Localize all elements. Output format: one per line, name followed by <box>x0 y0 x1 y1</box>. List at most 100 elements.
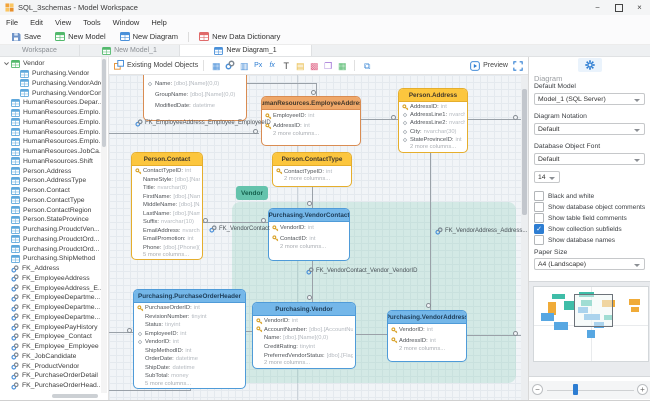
sidebar-item-fk-purchaseorderhead[interactable]: FK_PurchaseOrderHead... <box>0 381 101 391</box>
sidebar-item-fk-employeepayhistory[interactable]: FK_EmployeePayHistory <box>0 322 101 332</box>
maximize-button[interactable] <box>608 0 629 15</box>
sidebar-item-person-contacttype[interactable]: Person.ContactType <box>0 196 101 206</box>
save-button[interactable]: Save <box>4 30 48 44</box>
sidebar-item-vendor[interactable]: Vendor <box>0 59 101 69</box>
entity-person-contact[interactable]: Person.ContactContactTypeID:intNameStyle… <box>131 152 203 260</box>
function-icon[interactable]: fx <box>265 61 279 71</box>
sidebar-item-fk-employeeaddress-e[interactable]: FK_EmployeeAddress_E... <box>0 283 101 293</box>
canvas-vertical-scrollbar[interactable] <box>521 75 528 400</box>
more-columns-note[interactable]: 2 more columns... <box>276 176 349 185</box>
sidebar-item-humanresources-depar[interactable]: HumanResources.Depar... <box>0 98 101 108</box>
more-columns-note[interactable]: 2 more columns... <box>256 360 353 369</box>
checkbox-show-collection-subfields[interactable]: ✓Show collection subfields <box>534 224 622 234</box>
checkbox-show-table-field-comments[interactable]: Show table field comments <box>534 213 627 223</box>
table-icon[interactable]: ▦ <box>209 61 223 71</box>
zoom-slider-track[interactable] <box>547 390 634 392</box>
checkbox-box[interactable] <box>534 202 544 212</box>
checkbox-box[interactable] <box>534 213 544 223</box>
new-model-button[interactable]: New Model <box>48 30 113 44</box>
more-columns-note[interactable]: 5 more columns... <box>137 381 243 390</box>
sidebar-item-fk-employee-contact[interactable]: FK_Employee_Contact <box>0 332 101 342</box>
sidebar-item-fk-productvendor[interactable]: FK_ProductVendor <box>0 361 101 371</box>
more-columns-note[interactable]: 5 more columns... <box>135 252 200 260</box>
checkbox-black-and-white[interactable]: Black and white <box>534 191 594 201</box>
diagram-notation-select[interactable]: Default <box>534 123 645 135</box>
sidebar-item-purchasing-vendorcont[interactable]: Purchasing.VendorCont... <box>0 88 101 98</box>
paper-size-select[interactable]: A4 (Landscape) <box>534 258 645 270</box>
sidebar-item-fk-jobcandidate[interactable]: FK_JobCandidate <box>0 352 101 362</box>
tab-workspace[interactable]: Workspace <box>0 45 80 56</box>
zoom-in-button[interactable]: + <box>637 384 648 395</box>
entity-purchasing-vendoraddress[interactable]: Purchasing.VendorAddressVendorID:intAddr… <box>387 310 467 362</box>
minimap-viewport[interactable] <box>574 294 613 327</box>
zoom-slider-handle[interactable] <box>573 384 578 395</box>
checkbox-show-database-names[interactable]: Show database names <box>534 235 615 245</box>
sidebar-item-fk-employeedepartme[interactable]: FK_EmployeeDepartme... <box>0 313 101 323</box>
settings-gear-icon[interactable] <box>578 58 602 72</box>
sidebar-item-person-contact[interactable]: Person.Contact <box>0 186 101 196</box>
more-columns-note[interactable]: 2 more columns... <box>391 346 464 357</box>
fk-label-fk-employeeaddress-employee-employeeid[interactable]: FK_EmployeeAddress_Employee_EmployeeID <box>135 119 271 127</box>
sidebar-item-purchasing-proudctord[interactable]: Purchasing.ProudctOrd... <box>0 244 101 254</box>
checkbox-box[interactable] <box>534 191 544 201</box>
more-columns-note[interactable]: 2 more columns... <box>265 131 358 141</box>
sidebar-item-person-address[interactable]: Person.Address <box>0 166 101 176</box>
diagram-canvas[interactable]: Vendor Name:[dbo].[Name](0,0)GroupName:[d… <box>109 75 528 400</box>
more-columns-note[interactable]: 2 more columns... <box>402 144 465 152</box>
checkbox-show-database-object-comments[interactable]: Show database object comments <box>534 202 645 212</box>
sidebar-horizontal-scrollbar[interactable] <box>52 394 98 398</box>
note-icon[interactable]: ▤ <box>293 61 307 71</box>
menu-view[interactable]: View <box>49 18 77 27</box>
menu-tools[interactable]: Tools <box>77 18 107 27</box>
sidebar-item-humanresources-jobca[interactable]: HumanResources.JobCa... <box>0 147 101 157</box>
preview-button[interactable]: Preview <box>470 61 508 71</box>
default-model-select[interactable]: Model_1 (SQL Server) <box>534 93 645 105</box>
new-diagram-button[interactable]: New Diagram <box>113 30 185 44</box>
fullscreen-icon[interactable] <box>513 61 523 71</box>
sidebar-item-fk-employeedepartme[interactable]: FK_EmployeeDepartme... <box>0 303 101 313</box>
fk-label-fk-vendorcontact-vendor-vendorid[interactable]: FK_VendorContact_Vendor_VendorID <box>306 267 417 275</box>
checkbox-box[interactable] <box>534 235 544 245</box>
existing-model-objects-button[interactable]: Existing Model Objects <box>114 60 198 72</box>
primary-key-icon[interactable]: Px <box>251 61 265 71</box>
zoom-out-button[interactable]: − <box>532 384 543 395</box>
relationship-icon[interactable] <box>223 60 237 72</box>
sidebar-item-person-stateprovince[interactable]: Person.StateProvince <box>0 215 101 225</box>
sidebar-item-person-contactregion[interactable]: Person.ContactRegion <box>0 205 101 215</box>
entity-purchasing-vendorcontact[interactable]: Purchasing.VendorContactVendorID:intCont… <box>268 208 350 261</box>
sidebar-item-purchasing-shipmethod[interactable]: Purchasing.ShipMethod <box>0 254 101 264</box>
menu-file[interactable]: File <box>0 18 24 27</box>
view-table-icon[interactable]: ▥ <box>237 61 251 71</box>
entity-clipped-table[interactable]: Name:[dbo].[Name](0,0)GroupName:[dbo].[N… <box>143 75 247 121</box>
entity-humanresources-employeeaddress[interactable]: HumanResources.EmployeeAddressEmployeeID… <box>261 96 361 146</box>
entity-person-contacttype[interactable]: Person.ContactTypeContactTypeID:int2 mor… <box>272 152 352 187</box>
shape-icon[interactable]: ❐ <box>321 61 335 71</box>
sidebar-item-humanresources-emplo[interactable]: HumanResources.Emplo... <box>0 137 101 147</box>
new-table-icon[interactable]: ▦ <box>335 61 349 71</box>
group-badge[interactable]: Vendor <box>236 186 268 200</box>
entity-purchasing-purchaseorderheader[interactable]: Purchasing.PurchaseOrderHeaderPurchaseOr… <box>133 289 246 389</box>
sidebar-vertical-scrollbar[interactable] <box>101 57 107 393</box>
sidebar-item-purchasing-vendoradress[interactable]: Purchasing.VendorAdress... <box>0 79 101 89</box>
minimize-button[interactable]: − <box>587 0 608 15</box>
sidebar-item-fk-purchaseorderdetail[interactable]: FK_PurchaseOrderDetail <box>0 371 101 381</box>
sidebar-item-purchasing-proudctven[interactable]: Purchasing.ProudctVen... <box>0 225 101 235</box>
close-button[interactable]: × <box>629 0 650 15</box>
sidebar-item-purchasing-vendor[interactable]: Purchasing.Vendor <box>0 69 101 79</box>
menu-window[interactable]: Window <box>107 18 146 27</box>
sidebar-item-purchasing-proudctord[interactable]: Purchasing.ProudctOrd... <box>0 235 101 245</box>
sidebar-item-humanresources-emplo[interactable]: HumanResources.Emplo... <box>0 127 101 137</box>
sidebar-item-humanresources-emplo[interactable]: HumanResources.Emplo... <box>0 108 101 118</box>
new-data-dictionary-button[interactable]: New Data Dictionary <box>192 30 287 44</box>
auto-layout-icon[interactable]: ⧉ <box>360 61 374 71</box>
sidebar-item-person-addresstype[interactable]: Person.AddressType <box>0 176 101 186</box>
more-columns-note[interactable]: 2 more columns... <box>272 244 347 255</box>
fk-label-fk-vendoraddress-address[interactable]: FK_VendorAddress_Address... <box>435 227 527 235</box>
entity-purchasing-vendor[interactable]: Purchasing.VendorVendorID:intAccountNumb… <box>252 302 356 369</box>
sidebar-item-fk-employeeaddress[interactable]: FK_EmployeeAddress <box>0 274 101 284</box>
tab-new-model-1[interactable]: New Model_1 <box>80 45 180 56</box>
sidebar-item-humanresources-shift[interactable]: HumanResources.Shift <box>0 157 101 167</box>
sidebar-item-fk-employee-employee[interactable]: FK_Employee_Employee <box>0 342 101 352</box>
fk-label-fk-vendorcontact[interactable]: FK_VendorContact <box>209 225 270 233</box>
menu-help[interactable]: Help <box>145 18 172 27</box>
